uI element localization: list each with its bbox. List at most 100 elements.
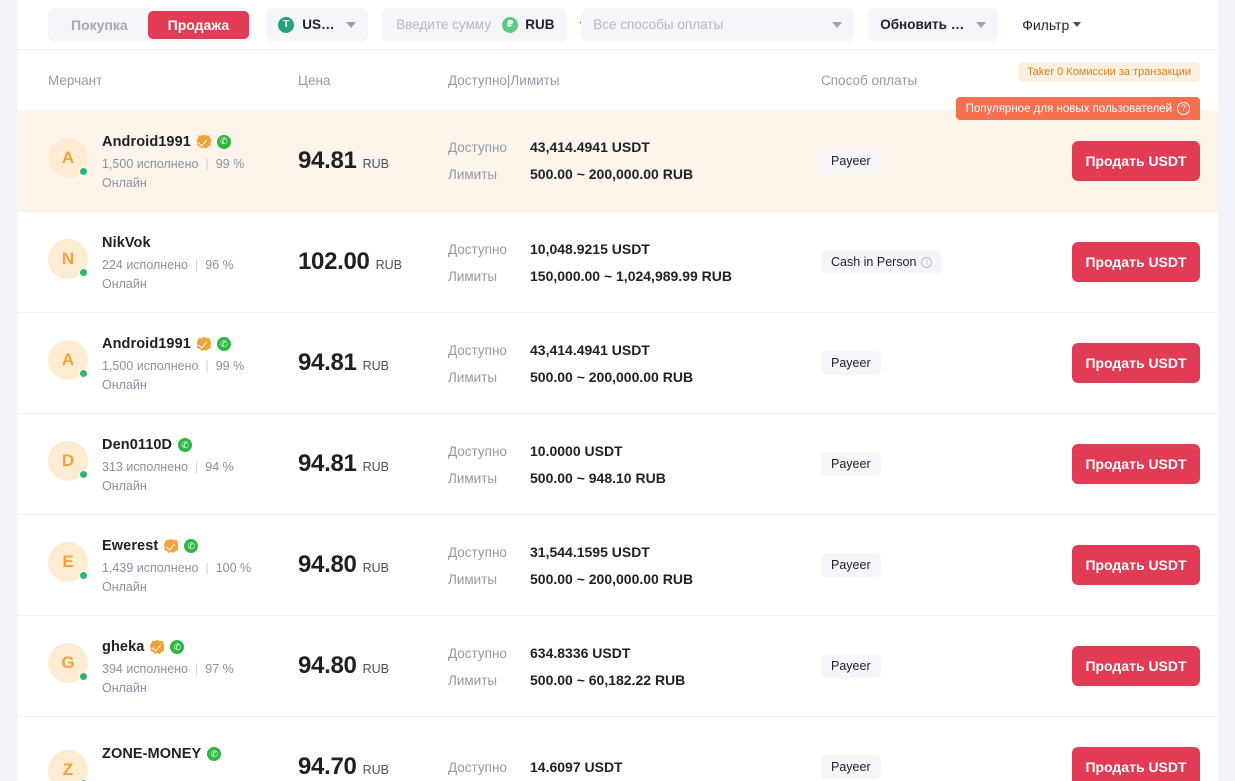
- table-row[interactable]: Z ZONE-MONEY ✆ 94.70 RUB Доступно 14.6097 USDT…: [18, 716, 1218, 781]
- sell-usdt-button[interactable]: Продать USDT: [1072, 545, 1200, 585]
- table-row[interactable]: A Android1991 ✆ 1,500 исполнено | 99 % Онлайн 9…: [18, 110, 1218, 211]
- table-row[interactable]: A Android1991 ✆ 1,500 исполнено | 99 % Онлайн 9…: [18, 312, 1218, 413]
- price-cell: 94.81 RUB: [298, 147, 448, 175]
- available-line: Доступно 10.0000 USDT: [448, 443, 821, 459]
- limits-label: Лимиты: [448, 167, 498, 182]
- filter-button[interactable]: Фильтр: [1012, 8, 1085, 42]
- merchant-info: Ewerest ✆ 1,439 исполнено | 100 % Онлайн: [102, 536, 251, 594]
- sell-usdt-button[interactable]: Продать USDT: [1072, 140, 1200, 181]
- popular-ribbon-label: Популярное для новых пользователей: [965, 102, 1172, 115]
- merchant-name[interactable]: Android1991: [102, 134, 191, 150]
- merchant-name[interactable]: gheka: [102, 639, 144, 655]
- available-label: Доступно: [448, 443, 507, 459]
- sell-usdt-button[interactable]: Продать USDT: [1072, 747, 1200, 781]
- limits-cell: Доступно 10.0000 USDT Лимиты 500.00 ~ 948.1…: [448, 443, 821, 486]
- price-cell: 94.80 RUB: [298, 551, 448, 579]
- avatar: A: [48, 340, 88, 380]
- online-status-dot: [79, 268, 88, 277]
- payment-method-chip: Payeer: [821, 148, 881, 173]
- price-value: 94.81: [298, 450, 357, 477]
- online-status-dot: [79, 672, 88, 681]
- limits-label: Лимиты: [448, 571, 498, 587]
- merchant-cell: N NikVok 224 исполнено | 96 % Онлайн: [48, 233, 298, 291]
- available-value: 10,048.9215 USDT: [530, 240, 650, 257]
- payment-method-label: Payeer: [831, 356, 871, 370]
- online-status-dot: [79, 369, 88, 378]
- table-row[interactable]: E Ewerest ✆ 1,439 исполнено | 100 % Онлайн 94.8…: [18, 514, 1218, 615]
- merchant-name[interactable]: Ewerest: [102, 538, 158, 554]
- merchant-name[interactable]: Android1991: [102, 336, 191, 352]
- merchant-info: Android1991 ✆ 1,500 исполнено | 99 % Онлайн: [102, 334, 244, 392]
- merchant-stats: 394 исполнено | 97 %: [102, 662, 234, 676]
- merchant-info: NikVok 224 исполнено | 96 % Онлайн: [102, 233, 234, 291]
- sell-usdt-button[interactable]: Продать USDT: [1072, 646, 1200, 686]
- merchant-name[interactable]: ZONE-MONEY: [102, 746, 201, 762]
- refresh-settings-select[interactable]: Обновить наст...: [868, 7, 999, 42]
- limits-cell: Доступно 43,414.4941 USDT Лимиты 500.00 ~ 2…: [448, 342, 821, 385]
- available-line: Доступно 14.6097 USDT: [448, 759, 821, 775]
- orders-count: 1,500 исполнено: [102, 156, 199, 171]
- price-currency: RUB: [362, 763, 389, 777]
- sell-tab[interactable]: Продажа: [147, 10, 250, 39]
- merchant-name-line: Den0110D ✆: [102, 437, 234, 453]
- payment-method-select[interactable]: Все способы оплаты: [581, 7, 855, 42]
- verified-badge-icon: [196, 337, 211, 351]
- available-value: 43,414.4941 USDT: [530, 341, 650, 358]
- table-row[interactable]: Ggheka ✆ 394 исполнено | 97 % Онлайн 94.80 RUB Д…: [18, 615, 1218, 716]
- amount-input[interactable]: [382, 8, 503, 41]
- payment-method-chip: Cash in Person i: [821, 250, 943, 274]
- merchant-name-line: gheka ✆: [102, 639, 234, 655]
- payment-cell: Payeer: [821, 351, 1058, 375]
- table-row[interactable]: D Den0110D ✆ 313 исполнено | 94 % Онлайн 94.81 R…: [18, 413, 1218, 514]
- payment-method-label: Payeer: [831, 558, 871, 572]
- available-value: 10.0000 USDT: [530, 442, 623, 459]
- table-row[interactable]: N NikVok 224 исполнено | 96 % Онлайн 102.00 RUB…: [18, 211, 1218, 312]
- chevron-down-icon: [346, 21, 357, 28]
- refresh-settings-value: Обновить наст...: [880, 17, 968, 32]
- payment-method-label: Payeer: [831, 659, 871, 673]
- stats-separator: |: [195, 460, 199, 474]
- sell-usdt-button[interactable]: Продать USDT: [1072, 444, 1200, 484]
- limits-value: 500.00 ~ 948.10 RUB: [530, 469, 666, 486]
- completion-rate: 100 %: [215, 561, 252, 575]
- available-line: Доступно 634.8336 USDT: [448, 645, 821, 661]
- usdt-coin-icon: T: [278, 16, 295, 33]
- action-cell: Продать USDT: [1058, 343, 1218, 383]
- merchant-cell: E Ewerest ✆ 1,439 исполнено | 100 % Онлайн: [48, 536, 298, 594]
- sell-usdt-button[interactable]: Продать USDT: [1072, 343, 1200, 383]
- limits-label: Лимиты: [448, 369, 498, 385]
- limits-line: Лимиты 500.00 ~ 948.10 RUB: [448, 470, 821, 486]
- limits-cell: Доступно 10,048.9215 USDT Лимиты 150,000.00…: [448, 241, 821, 284]
- completion-rate: 99 %: [215, 359, 245, 373]
- phone-verified-icon: ✆: [216, 134, 231, 149]
- header-price: Цена: [298, 72, 331, 88]
- merchant-info: ZONE-MONEY ✆: [102, 744, 222, 762]
- crypto-select[interactable]: T USDT: [266, 7, 369, 42]
- price-cell: 94.81 RUB: [298, 450, 448, 478]
- available-value: 14.6097 USDT: [530, 759, 623, 775]
- content-frame: Покупка Продажа T USDT ₽ RUB Все способы…: [18, 0, 1218, 781]
- avatar: N: [48, 239, 88, 279]
- merchant-name[interactable]: NikVok: [102, 235, 151, 251]
- price-currency: RUB: [362, 561, 389, 575]
- price-cell: 94.80 RUB: [298, 652, 448, 680]
- payment-cell: Payeer: [821, 148, 1058, 173]
- available-line: Доступно 43,414.4941 USDT: [448, 342, 821, 358]
- verified-badge-icon: [150, 640, 165, 654]
- info-icon[interactable]: i: [921, 256, 933, 268]
- filter-toolbar: Покупка Продажа T USDT ₽ RUB Все способы…: [18, 0, 1218, 50]
- merchant-name-line: Ewerest ✆: [102, 538, 251, 554]
- limits-value: 500.00 ~ 200,000.00 RUB: [530, 368, 694, 385]
- buy-tab[interactable]: Покупка: [51, 11, 148, 39]
- chevron-down-icon: [1073, 22, 1082, 27]
- help-icon[interactable]: ?: [1177, 102, 1190, 115]
- limits-label: Лимиты: [448, 268, 498, 284]
- merchant-online-status: Онлайн: [102, 277, 147, 291]
- action-cell: Продать USDT: [1058, 545, 1218, 585]
- phone-verified-icon: ✆: [207, 747, 222, 761]
- action-cell: Продать USDT: [1058, 140, 1218, 181]
- price-value: 94.80: [298, 652, 357, 679]
- sell-usdt-button[interactable]: Продать USDT: [1072, 242, 1200, 282]
- merchant-name[interactable]: Den0110D: [102, 437, 172, 453]
- stats-separator: |: [205, 359, 209, 373]
